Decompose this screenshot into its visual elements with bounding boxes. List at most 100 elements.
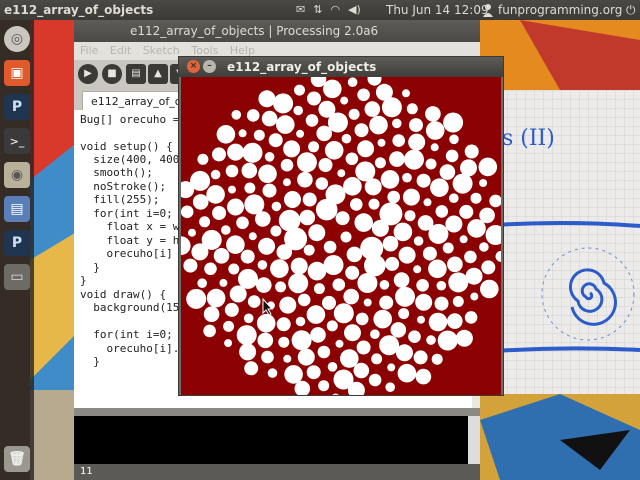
sketch-dot <box>379 295 394 310</box>
sketch-dot <box>332 393 339 395</box>
sketch-dot <box>464 311 478 324</box>
sketch-dot <box>346 246 363 263</box>
sketch-dot <box>404 149 424 170</box>
sketch-dot <box>257 332 274 349</box>
sketch-dot <box>402 172 412 183</box>
sketch-dot <box>244 361 259 376</box>
sketch-dot <box>278 336 290 348</box>
code-line: } <box>80 274 87 287</box>
terminal-icon[interactable]: >_ <box>4 128 30 154</box>
sketch-dot <box>478 157 498 177</box>
volume-icon[interactable]: ◀) <box>348 0 361 20</box>
sketch-dot <box>282 178 291 187</box>
console-area[interactable] <box>74 416 480 464</box>
sketch-dot <box>219 278 228 287</box>
sketch-dot <box>434 296 449 311</box>
sketch-dot <box>344 324 361 342</box>
sketch-dot <box>455 329 473 347</box>
code-line: float x = wi <box>80 220 186 233</box>
sketch-canvas[interactable] <box>181 77 501 395</box>
sketch-dot <box>371 353 383 365</box>
sketch-dot <box>392 118 402 129</box>
sketch-dot <box>380 170 400 189</box>
trash-icon[interactable]: 🗑 <box>4 446 30 472</box>
mouse-cursor-icon <box>262 298 274 316</box>
sketch-dot <box>325 184 346 205</box>
sketch-dot <box>212 206 227 220</box>
sketch-titlebar[interactable]: × – e112_array_of_objects <box>179 57 503 77</box>
sketch-dot <box>449 134 459 145</box>
sketch-dot <box>299 209 316 226</box>
sketch-dot <box>479 242 489 252</box>
dash-icon[interactable]: ◎ <box>4 26 30 52</box>
sketch-dot <box>181 205 194 219</box>
sketch-window-title: e112_array_of_objects <box>227 60 377 74</box>
sketch-dot <box>392 134 405 147</box>
sketch-dot <box>445 215 463 233</box>
minimize-icon[interactable]: – <box>203 60 216 73</box>
sketch-dot <box>443 112 464 133</box>
sketch-dot <box>345 265 360 280</box>
user-name[interactable]: funprogramming.org <box>498 0 622 20</box>
sketch-dot <box>357 140 375 158</box>
power-icon[interactable]: ⏻ <box>626 0 636 20</box>
code-line: noStroke(); <box>80 180 167 193</box>
sketch-dot <box>416 173 431 188</box>
sketch-dot <box>276 317 291 332</box>
wifi-icon[interactable]: ◠ <box>330 0 340 20</box>
sketch-dot <box>428 259 447 279</box>
processing-icon[interactable]: P <box>4 94 30 120</box>
sketch-dot <box>413 265 422 274</box>
run-button[interactable]: ▶ <box>78 64 98 84</box>
sketch-dot <box>318 158 333 172</box>
code-line: size(400, 400 <box>80 153 180 166</box>
network-icon[interactable]: ⇅ <box>313 0 322 20</box>
console-scrollbar[interactable] <box>468 416 480 464</box>
processing-icon-2[interactable]: P <box>4 230 30 256</box>
close-icon[interactable]: × <box>187 60 200 73</box>
monitor-icon[interactable]: ▤ <box>4 196 30 222</box>
top-panel: e112_array_of_objects ✉ ⇅ ◠ ◀) Thu Jun 1… <box>0 0 640 20</box>
sketch-dot <box>481 260 496 275</box>
sketch-dot <box>296 129 305 138</box>
ide-titlebar[interactable]: e112_array_of_objects | Processing 2.0a6 <box>74 20 480 42</box>
sketch-dot <box>227 143 245 161</box>
sketch-dot <box>428 223 449 244</box>
sketch-dot <box>192 194 209 210</box>
files-icon[interactable]: ▣ <box>4 60 30 86</box>
sketch-dot <box>404 210 416 222</box>
sketch-dot <box>415 293 433 311</box>
sketch-dot <box>238 129 247 138</box>
new-button[interactable]: ▤ <box>126 64 146 84</box>
sketch-dot <box>439 164 456 180</box>
disk-icon[interactable]: ◉ <box>4 162 30 188</box>
sketch-dot <box>231 110 242 120</box>
sketch-dot <box>340 96 349 105</box>
sketch-dot <box>288 273 309 294</box>
sketch-dot <box>369 115 388 135</box>
open-button[interactable]: ▲ <box>148 64 168 84</box>
sketch-dot <box>343 288 359 305</box>
sketch-dot <box>305 114 319 127</box>
sketch-dot <box>406 103 418 115</box>
sketch-dot <box>370 329 380 339</box>
sketch-dot <box>242 142 263 163</box>
user-icon[interactable] <box>482 3 494 17</box>
clock[interactable]: Thu Jun 14 12:09 <box>386 0 489 20</box>
sketch-dot <box>332 278 346 291</box>
mail-icon[interactable]: ✉ <box>296 0 305 20</box>
stop-button[interactable]: ■ <box>102 64 122 84</box>
workspace-icon[interactable]: ▭ <box>4 264 30 290</box>
sketch-dot <box>295 316 306 327</box>
sketch-dot <box>452 296 464 307</box>
sketch-dot <box>375 83 393 101</box>
sketch-dot <box>354 213 373 232</box>
sketch-dot <box>485 225 501 245</box>
sketch-dot <box>191 243 209 261</box>
sketch-dot <box>224 339 233 348</box>
sketch-dot <box>318 100 336 118</box>
sketch-dot <box>395 286 415 307</box>
sketch-dot <box>337 169 346 178</box>
sketch-dot <box>248 232 257 241</box>
sketch-dot <box>470 192 482 204</box>
